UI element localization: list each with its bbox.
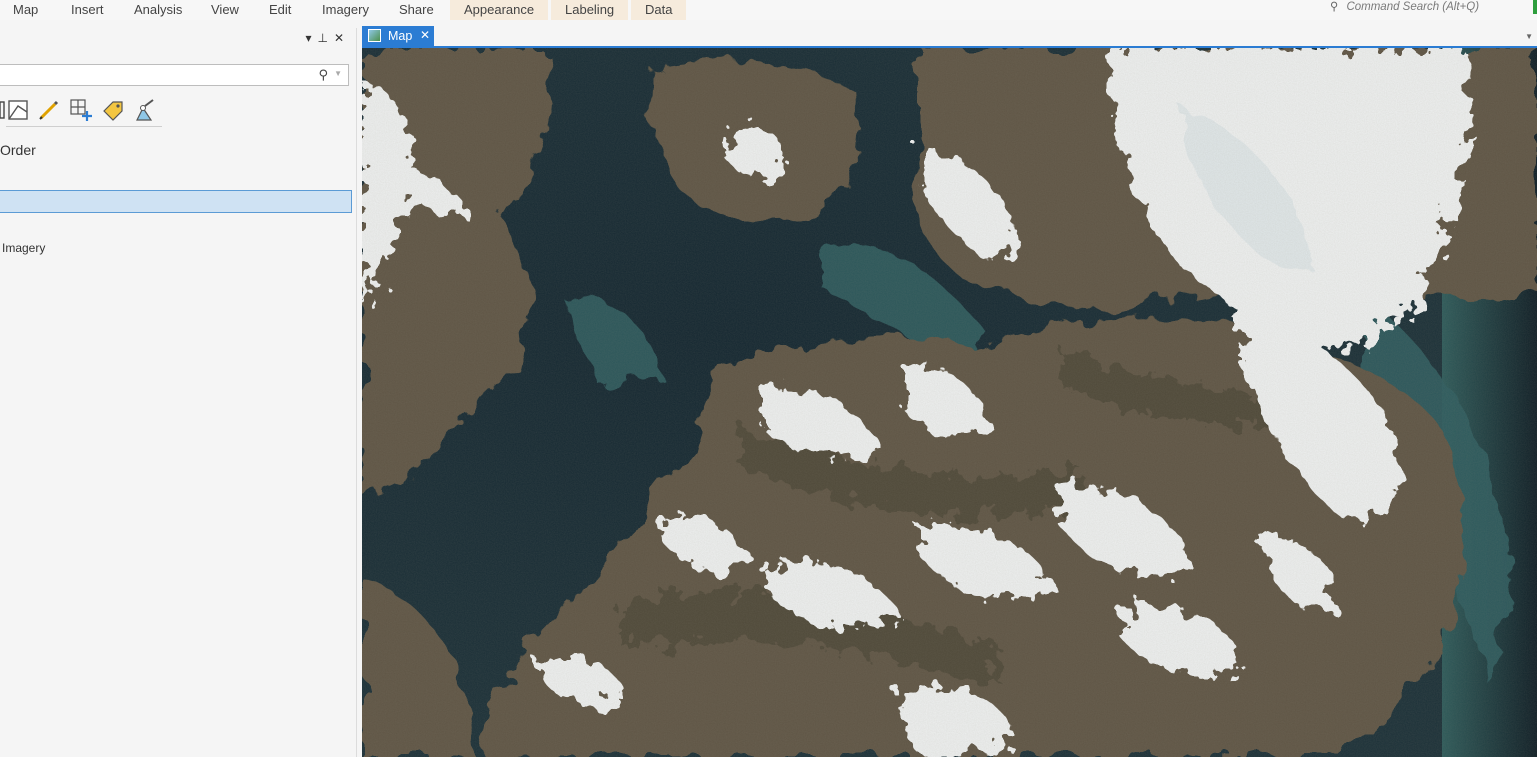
map-tab-label: Map <box>388 29 413 43</box>
list-by-editing-icon[interactable] <box>37 98 61 122</box>
ribbon-tab-bar: Map Insert Analysis View Edit Imagery Sh… <box>0 0 1537 20</box>
contents-toolbar <box>0 96 162 127</box>
drawing-order-heading: Order <box>0 142 36 158</box>
list-by-selection-icon[interactable] <box>69 98 93 122</box>
selected-map-item[interactable] <box>0 190 352 213</box>
tab-map-view[interactable]: Map ✕ <box>362 26 434 46</box>
tab-map[interactable]: Map <box>13 0 38 20</box>
command-search-placeholder: Command Search (Alt+Q) <box>1346 1 1480 13</box>
status-indicator-icon <box>1533 0 1537 14</box>
tab-analysis[interactable]: Analysis <box>134 0 182 20</box>
pane-controls: ▾⊥✕ <box>305 31 350 45</box>
contents-search-input[interactable]: ⚲ ▼ <box>0 64 349 86</box>
tab-data[interactable]: Data <box>631 0 687 20</box>
chevron-down-icon[interactable]: ▼ <box>334 69 342 78</box>
map-icon <box>368 29 381 42</box>
tab-share[interactable]: Share <box>399 0 434 20</box>
search-icon: ⚲ <box>318 67 328 82</box>
list-by-snapping-icon[interactable] <box>133 98 157 122</box>
tab-labeling[interactable]: Labeling <box>551 0 629 20</box>
close-icon[interactable]: ✕ <box>420 28 430 42</box>
layer-item[interactable]: Imagery <box>2 241 45 255</box>
contents-pane: ▾⊥✕ ⚲ ▼ Order Imagery <box>0 28 357 757</box>
tab-appearance[interactable]: Appearance <box>450 0 549 20</box>
list-by-source-icon[interactable] <box>6 98 30 122</box>
command-search[interactable]: ⚲ Command Search (Alt+Q) <box>1330 0 1479 14</box>
chevron-down-icon[interactable]: ▼ <box>1525 32 1533 41</box>
search-icon: ⚲ <box>1330 1 1339 13</box>
map-canvas[interactable] <box>362 48 1537 757</box>
list-by-labeling-icon[interactable] <box>101 98 125 122</box>
pane-options-icon[interactable]: ▾ <box>305 31 317 45</box>
tab-imagery[interactable]: Imagery <box>322 0 369 20</box>
close-icon[interactable]: ✕ <box>334 31 350 45</box>
tab-view[interactable]: View <box>211 0 239 20</box>
pin-icon[interactable]: ⊥ <box>317 31 333 45</box>
tab-edit[interactable]: Edit <box>269 0 291 20</box>
tab-insert[interactable]: Insert <box>71 0 104 20</box>
satellite-imagery <box>362 48 1537 757</box>
map-view-tab-strip: Map ✕ ▼ <box>362 26 1537 48</box>
